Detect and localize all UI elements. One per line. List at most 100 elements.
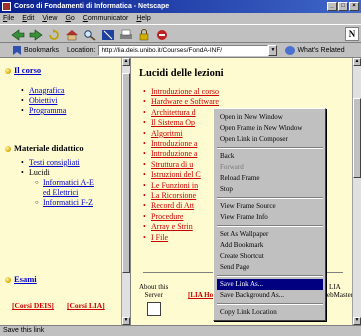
- left-frame: Il corso Anagrafica Obiettivi Programma …: [0, 58, 131, 326]
- menu-open-frame-new-window[interactable]: Open Frame in New Window: [217, 123, 323, 134]
- menubar: File Edit View Go Communicator Help: [0, 13, 361, 24]
- menu-open-new-window[interactable]: Open in New Window: [217, 112, 323, 123]
- search-icon[interactable]: [82, 28, 98, 41]
- minimize-button[interactable]: _: [327, 2, 337, 11]
- lesson-link[interactable]: Introduzione a: [151, 149, 197, 158]
- link-obiettivi[interactable]: Obiettivi: [29, 96, 57, 105]
- scroll-down-icon[interactable]: ▼: [122, 317, 130, 325]
- about-label: About this: [139, 283, 169, 291]
- menu-view[interactable]: View: [42, 15, 57, 22]
- menu-separator: [217, 303, 323, 305]
- link-lia-home[interactable]: [LIA Ho: [188, 291, 213, 299]
- lesson-link[interactable]: Struttura di u: [151, 160, 193, 169]
- link-testi-consigliati[interactable]: Testi consigliati: [29, 158, 80, 167]
- lucidi-label: Lucidi: [29, 168, 50, 177]
- whats-related-button[interactable]: What's Related: [285, 45, 345, 55]
- page-title: Lucidi delle lezioni: [139, 68, 224, 79]
- url-field[interactable]: http://lia.deis.unibo.it/Courses/FondA-I…: [98, 44, 269, 56]
- menu-view-frame-source[interactable]: View Frame Source: [217, 201, 323, 212]
- lesson-link[interactable]: Introduzione al corso: [151, 87, 219, 96]
- bullet-icon: [5, 68, 11, 75]
- lesson-link[interactable]: Record di Att: [151, 201, 194, 210]
- menu-separator: [217, 275, 323, 277]
- menu-edit[interactable]: Edit: [22, 15, 34, 22]
- lesson-link[interactable]: Algoritmi: [151, 129, 183, 138]
- right-scroll-thumb[interactable]: [353, 98, 361, 178]
- link-corsi-deis[interactable]: [Corsi DEIS]: [12, 301, 54, 310]
- about-server-icon[interactable]: [147, 302, 161, 316]
- location-bar: Bookmarks Location: http://lia.deis.unib…: [0, 43, 361, 57]
- window-controls: _ □ ×: [327, 2, 359, 11]
- menu-view-frame-info[interactable]: View Frame Info: [217, 212, 323, 223]
- menu-copy-link-location[interactable]: Copy Link Location: [217, 307, 323, 318]
- lesson-link[interactable]: Array e Strin: [151, 222, 193, 231]
- bookmarks-button[interactable]: Bookmarks: [12, 45, 59, 55]
- about-server-link[interactable]: About this Server: [139, 283, 168, 299]
- section-esami[interactable]: Esami: [5, 274, 37, 284]
- menu-file[interactable]: File: [3, 15, 14, 22]
- right-scrollbar[interactable]: ▲ ▼: [352, 58, 361, 326]
- link-programma[interactable]: Programma: [29, 106, 66, 115]
- context-menu: Open in New Window Open Frame in New Win…: [213, 108, 326, 321]
- netscape-app-icon: [2, 2, 11, 11]
- menu-save-background-as[interactable]: Save Background As...: [217, 290, 323, 301]
- webmaster-label[interactable]: ebMaster: [327, 291, 353, 299]
- navigation-toolbar: N: [0, 24, 361, 43]
- lesson-link[interactable]: Hardware e Software: [151, 97, 219, 106]
- menu-set-wallpaper[interactable]: Set As Wallpaper: [217, 229, 323, 240]
- menu-help[interactable]: Help: [136, 15, 150, 22]
- menu-add-bookmark[interactable]: Add Bookmark: [217, 240, 323, 251]
- link-informatici-a-e[interactable]: Informatici A-E ed Elettrici: [43, 178, 94, 197]
- netscape-icon[interactable]: [100, 28, 116, 41]
- whats-related-label: What's Related: [297, 46, 345, 54]
- maximize-button[interactable]: □: [338, 2, 348, 11]
- forward-icon[interactable]: [28, 28, 44, 41]
- lesson-link[interactable]: I File: [151, 233, 168, 242]
- section-materiale-didattico: Materiale didattico: [5, 143, 84, 153]
- menu-reload-frame[interactable]: Reload Frame: [217, 173, 323, 184]
- lia-label: LIA: [329, 283, 341, 291]
- link-anagrafica[interactable]: Anagrafica: [29, 86, 65, 95]
- back-icon[interactable]: [10, 28, 26, 41]
- menu-save-link-as[interactable]: Save Link As...: [217, 279, 323, 290]
- lessons-list: Introduzione al corso Hardware e Softwar…: [143, 87, 219, 244]
- lesson-link[interactable]: Le Funzioni in: [151, 181, 198, 190]
- lesson-link[interactable]: Istruzioni del C: [151, 170, 201, 179]
- left-scroll-thumb[interactable]: [122, 73, 130, 273]
- menu-open-link-composer[interactable]: Open Link in Composer: [217, 134, 323, 145]
- menu-separator: [217, 147, 323, 149]
- reload-icon[interactable]: [46, 28, 62, 41]
- menu-send-page[interactable]: Send Page: [217, 262, 323, 273]
- lesson-link[interactable]: La Ricorsione: [151, 191, 196, 200]
- url-dropdown-chevron-icon[interactable]: ▼: [268, 44, 278, 56]
- close-button[interactable]: ×: [349, 2, 359, 11]
- menu-back[interactable]: Back: [217, 151, 323, 162]
- scroll-down-icon[interactable]: ▼: [353, 317, 361, 325]
- lesson-link[interactable]: Architettura d: [151, 108, 196, 117]
- left-scrollbar[interactable]: ▲ ▼: [121, 58, 130, 326]
- menu-go[interactable]: Go: [65, 15, 74, 22]
- menu-separator: [217, 197, 323, 199]
- home-icon[interactable]: [64, 28, 80, 41]
- scroll-up-icon[interactable]: ▲: [122, 58, 130, 66]
- security-icon[interactable]: [136, 28, 152, 41]
- link-corsi-lia[interactable]: [Corsi LIA]: [67, 301, 105, 310]
- print-icon[interactable]: [118, 28, 134, 41]
- section-title[interactable]: Il corso: [14, 65, 41, 75]
- status-bar: Save this link: [0, 325, 361, 336]
- lesson-link[interactable]: Introduzione a: [151, 139, 197, 148]
- section-title[interactable]: Esami: [14, 274, 37, 284]
- link-informatici-f-z[interactable]: Informatici F-Z: [43, 198, 93, 207]
- stop-icon[interactable]: [154, 28, 170, 41]
- netscape-logo-icon: N: [345, 27, 359, 41]
- menu-create-shortcut[interactable]: Create Shortcut: [217, 251, 323, 262]
- location-label: Location:: [67, 46, 96, 54]
- scroll-up-icon[interactable]: ▲: [353, 58, 361, 66]
- bookmark-icon: [13, 45, 21, 55]
- lesson-link[interactable]: Il Sistema Op: [151, 118, 195, 127]
- window-titlebar[interactable]: Corso di Fondamenti di Informatica - Net…: [0, 0, 361, 13]
- lesson-link[interactable]: Procedure: [151, 212, 183, 221]
- menu-stop[interactable]: Stop: [217, 184, 323, 195]
- menu-communicator[interactable]: Communicator: [83, 15, 129, 22]
- section-il-corso[interactable]: Il corso: [5, 65, 41, 75]
